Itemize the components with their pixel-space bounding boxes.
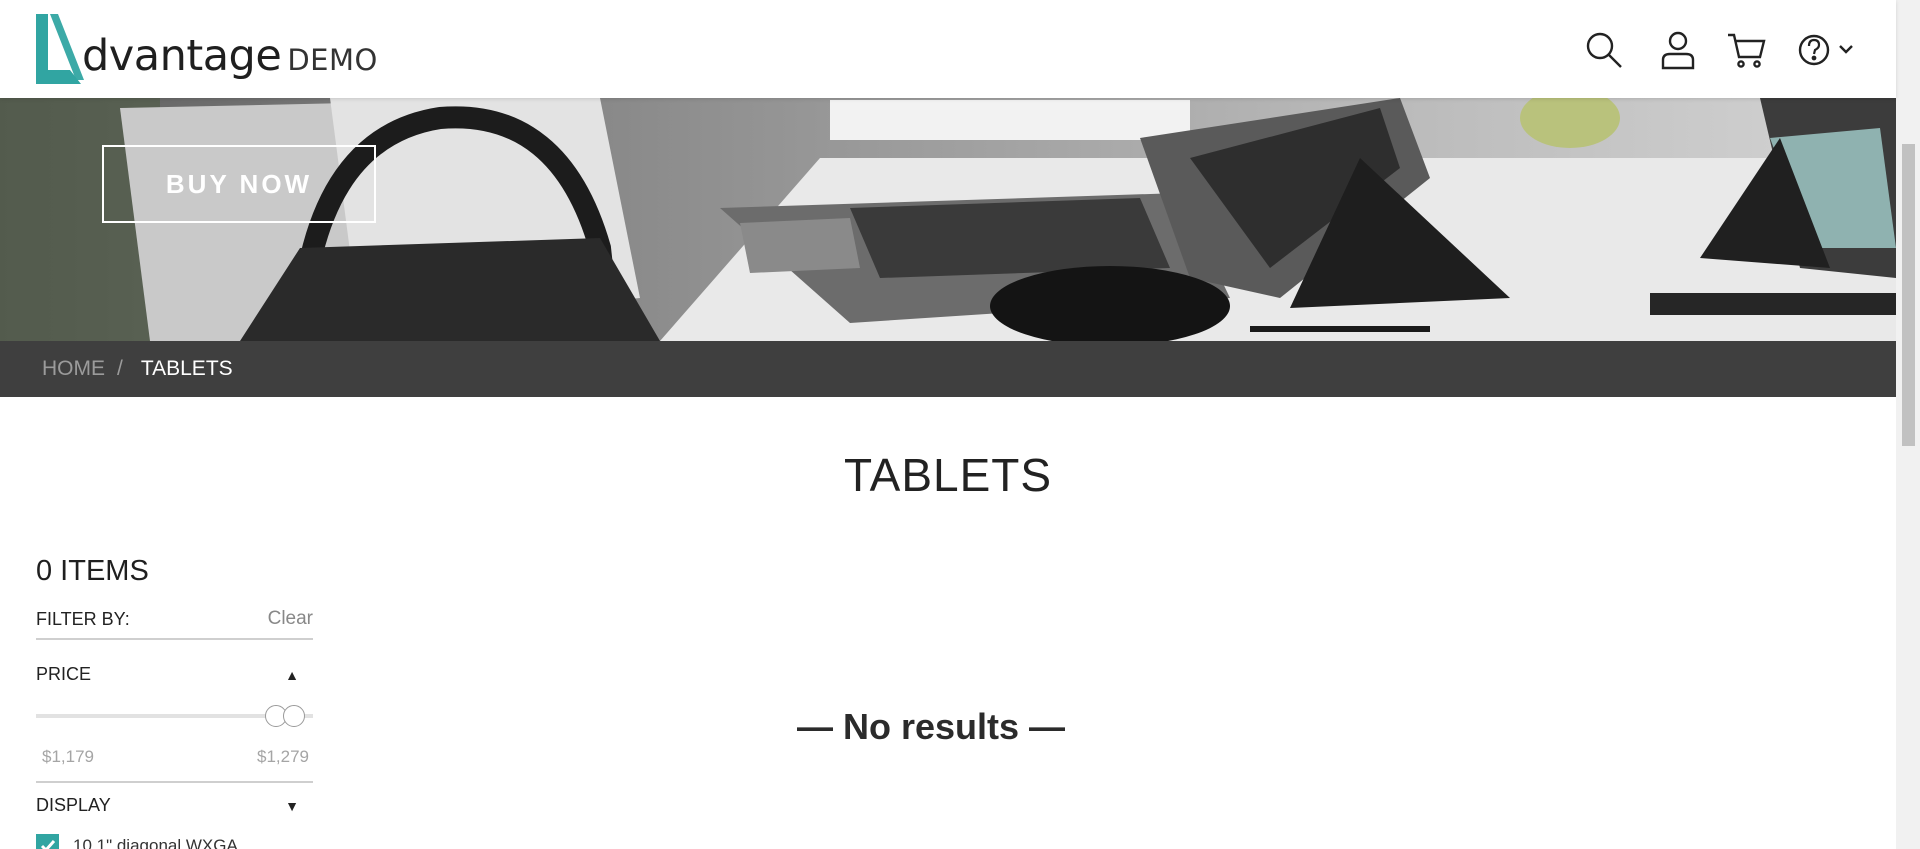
- price-max-value: $1,279: [257, 747, 309, 766]
- checkbox-checked-icon[interactable]: [36, 834, 59, 849]
- user-icon[interactable]: [1656, 28, 1700, 72]
- hero-banner: BUY NOW: [0, 98, 1896, 341]
- page-title: TABLETS: [843, 449, 1053, 501]
- clear-filters-link[interactable]: Clear: [268, 608, 313, 630]
- site-header: dvantage DEMO: [0, 0, 1896, 98]
- breadcrumb-home-link[interactable]: HOME: [42, 357, 105, 381]
- display-filter-label: DISPLAY: [36, 795, 111, 815]
- help-icon: [1798, 34, 1853, 66]
- buy-now-button[interactable]: BUY NOW: [102, 145, 376, 223]
- display-option[interactable]: 10.1" diagonal WXGA: [36, 834, 313, 849]
- logo-text: dvantage: [82, 31, 282, 81]
- price-filter-label: PRICE: [36, 664, 92, 684]
- price-filter-toggle[interactable]: PRICE ▲: [36, 640, 313, 685]
- display-filter: DISPLAY ▼ 10.1" diagonal WXGA: [36, 783, 313, 849]
- items-count: 0 ITEMS: [36, 555, 149, 587]
- page-scrollbar[interactable]: [1896, 0, 1920, 849]
- filter-sidebar: 0 ITEMS FILTER BY: Clear PRICE ▲ $1,179 …: [36, 555, 313, 849]
- no-results-text: — No results —: [796, 706, 1066, 747]
- cart-icon[interactable]: [1724, 28, 1768, 72]
- caret-up-icon: ▲: [285, 666, 299, 683]
- breadcrumb-current: TABLETS: [140, 357, 233, 380]
- scrollbar-thumb[interactable]: [1902, 144, 1915, 446]
- help-menu[interactable]: [1796, 28, 1860, 72]
- price-min-value: $1,179: [42, 747, 94, 766]
- filter-header: FILTER BY: Clear: [36, 608, 313, 640]
- header-icons: [1582, 28, 1860, 72]
- display-option-label: 10.1" diagonal WXGA: [73, 835, 238, 849]
- no-results-message: — No results —: [0, 706, 1896, 748]
- search-icon[interactable]: [1582, 28, 1626, 72]
- logo-mark-icon: [36, 14, 84, 84]
- caret-down-icon: ▼: [285, 797, 299, 814]
- breadcrumb: HOME / TABLETS: [0, 341, 1896, 397]
- display-filter-toggle[interactable]: DISPLAY ▼: [36, 783, 313, 816]
- breadcrumb-separator: /: [117, 357, 123, 380]
- advantage-logo[interactable]: dvantage DEMO: [34, 14, 378, 84]
- logo-demo-text: DEMO: [287, 43, 378, 77]
- filter-by-label: FILTER BY:: [36, 608, 130, 629]
